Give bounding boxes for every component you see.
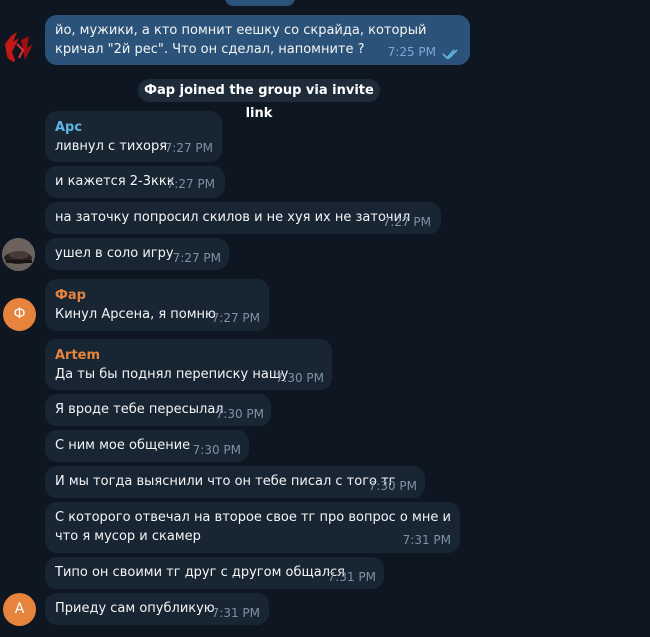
message-time: 7:27 PM	[211, 311, 260, 325]
message-time: 7:25 PM	[387, 45, 436, 59]
message-time: 7:30 PM	[215, 407, 264, 421]
message-text: И мы тогда выяснили что он тебе писал с …	[55, 474, 396, 489]
avatar-letter-far[interactable]: Ф	[3, 298, 36, 331]
message-time: 7:27 PM	[172, 251, 221, 265]
avatar-letter-artem[interactable]: A	[3, 593, 36, 626]
message-bubble[interactable]: ушел в соло игру 7:27 PM	[45, 238, 229, 270]
message-bubble[interactable]: Арс ливнул с тихоря 7:27 PM	[45, 111, 222, 162]
service-message-joined: Фар joined the group via invite link	[138, 79, 380, 121]
message-text: С которого отвечал на второе свое тг про…	[55, 510, 451, 544]
message-time: 7:27 PM	[164, 141, 213, 155]
message-time: 7:31 PM	[327, 570, 376, 584]
message-time: 7:31 PM	[211, 606, 260, 620]
avatar-red-sketch[interactable]	[3, 30, 36, 63]
message-text: на заточку попросил скилов и не хуя их н…	[55, 210, 411, 225]
message-bubble[interactable]: Я вроде тебе пересылал 7:30 PM	[45, 394, 271, 426]
message-time: 7:31 PM	[402, 533, 451, 547]
message-bubble[interactable]: Приеду сам опубликую 7:31 PM	[45, 593, 269, 625]
message-time: 7:30 PM	[275, 371, 324, 385]
message-bubble[interactable]: и кажется 2-3ккк 7:27 PM	[45, 166, 225, 198]
message-time: 7:27 PM	[166, 177, 215, 191]
message-bubble[interactable]: на заточку попросил скилов и не хуя их н…	[45, 202, 441, 234]
avatar-photo-car[interactable]	[2, 238, 35, 271]
message-bubble[interactable]: йо, мужики, а кто помнит еешку со скрайд…	[45, 15, 470, 65]
previous-message-edge	[225, 0, 295, 6]
message-bubble[interactable]: С которого отвечал на второе свое тг про…	[45, 502, 460, 553]
message-bubble[interactable]: С ним мое общение 7:30 PM	[45, 430, 249, 462]
message-text: йо, мужики, а кто помнит еешку со скрайд…	[55, 23, 427, 57]
sender-name[interactable]: Artem	[55, 347, 322, 364]
double-check-icon	[442, 49, 458, 60]
message-bubble[interactable]: И мы тогда выяснили что он тебе писал с …	[45, 466, 425, 498]
message-text: Типо он своими тг друг с другом общался	[55, 565, 345, 580]
message-time: 7:30 PM	[192, 443, 241, 457]
sender-name[interactable]: Арс	[55, 119, 212, 136]
message-bubble[interactable]: Фар Кинул Арсена, я помню 7:27 PM	[45, 279, 269, 331]
sender-name[interactable]: Фар	[55, 287, 259, 304]
message-bubble[interactable]: Типо он своими тг друг с другом общался …	[45, 557, 384, 589]
message-time: 7:27 PM	[382, 215, 431, 229]
message-time: 7:30 PM	[368, 479, 417, 493]
message-bubble[interactable]: Artem Да ты бы поднял переписку нашу 7:3…	[45, 339, 332, 390]
